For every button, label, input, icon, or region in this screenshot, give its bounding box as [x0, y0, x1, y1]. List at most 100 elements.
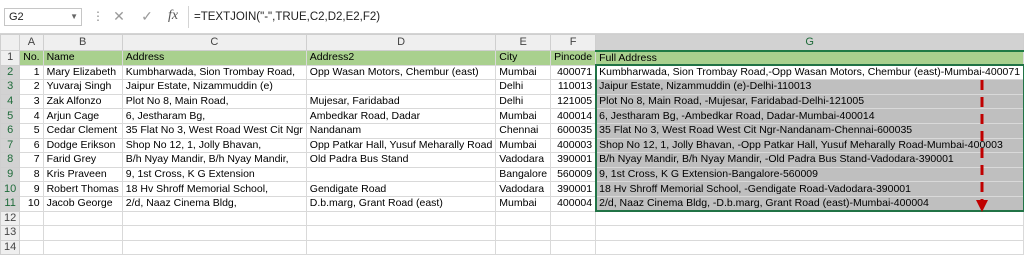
- cell-no[interactable]: 1: [19, 64, 44, 81]
- row-header[interactable]: 8: [0, 152, 21, 168]
- cell-city[interactable]: Chennai: [495, 122, 552, 139]
- cell-city[interactable]: Mumbai: [495, 195, 552, 212]
- empty-cell[interactable]: [19, 225, 44, 241]
- cell-name[interactable]: Mary Elizabeth: [42, 64, 123, 81]
- cell-no[interactable]: 9: [19, 181, 44, 197]
- column-header-a[interactable]: A: [19, 34, 44, 51]
- empty-cell[interactable]: [595, 210, 1024, 227]
- row-header[interactable]: 11: [0, 195, 21, 212]
- empty-cell[interactable]: [121, 210, 307, 227]
- empty-cell[interactable]: [42, 210, 123, 227]
- empty-cell[interactable]: [305, 210, 497, 227]
- cell-pincode[interactable]: 121005: [550, 93, 597, 110]
- column-header-e[interactable]: E: [495, 34, 552, 51]
- cell-full[interactable]: 35 Flat No 3, West Road West Cit Ngr-Nan…: [595, 122, 1024, 139]
- cell-address2[interactable]: Old Padra Bus Stand: [305, 152, 497, 168]
- cell-name[interactable]: Robert Thomas: [42, 181, 123, 197]
- cell-address2[interactable]: Opp Wasan Motors, Chembur (east): [305, 64, 497, 81]
- insert-function-icon[interactable]: fx: [164, 8, 182, 24]
- more-options-icon[interactable]: ⋮: [92, 9, 104, 23]
- cell-no[interactable]: 6: [19, 137, 44, 154]
- empty-cell[interactable]: [305, 225, 497, 241]
- cell-city[interactable]: Delhi: [495, 79, 552, 95]
- cell-pincode[interactable]: 560009: [550, 166, 597, 183]
- empty-cell[interactable]: [495, 210, 552, 227]
- cell-full[interactable]: Shop No 12, 1, Jolly Bhavan, -Opp Patkar…: [595, 137, 1024, 154]
- cell-address[interactable]: Kumbharwada, Sion Trombay Road,: [121, 64, 307, 81]
- cell-pincode[interactable]: 600035: [550, 122, 597, 139]
- row-header[interactable]: 1: [0, 50, 21, 66]
- cell-address2[interactable]: Mujesar, Faridabad: [305, 93, 497, 110]
- cell-full[interactable]: 6, Jestharam Bg, -Ambedkar Road, Dadar-M…: [595, 108, 1024, 124]
- cell-address[interactable]: 18 Hv Shroff Memorial School,: [121, 181, 307, 197]
- empty-cell[interactable]: [42, 225, 123, 241]
- cell-name[interactable]: Yuvaraj Singh: [42, 79, 123, 95]
- name-box[interactable]: G2 ▼: [4, 8, 82, 26]
- cell-pincode[interactable]: 390001: [550, 181, 597, 197]
- header-cell-pincode[interactable]: Pincode: [550, 50, 597, 66]
- cell-address2[interactable]: [305, 166, 497, 183]
- cell-city[interactable]: Mumbai: [495, 64, 552, 81]
- header-cell-city[interactable]: City: [495, 50, 552, 66]
- cell-name[interactable]: Zak Alfonzo: [42, 93, 123, 110]
- cell-no[interactable]: 5: [19, 122, 44, 139]
- cell-full[interactable]: Jaipur Estate, Nizammuddin (e)-Delhi-110…: [595, 79, 1024, 95]
- header-cell-name[interactable]: Name: [42, 50, 123, 66]
- cell-name[interactable]: Cedar Clement: [42, 122, 123, 139]
- cell-full[interactable]: 9, 1st Cross, K G Extension-Bangalore-56…: [595, 166, 1024, 183]
- cell-address[interactable]: Shop No 12, 1, Jolly Bhavan,: [121, 137, 307, 154]
- cell-full[interactable]: Plot No 8, Main Road, -Mujesar, Faridaba…: [595, 93, 1024, 110]
- cell-city[interactable]: Delhi: [495, 93, 552, 110]
- cell-address[interactable]: 9, 1st Cross, K G Extension: [121, 166, 307, 183]
- empty-cell[interactable]: [550, 210, 597, 227]
- empty-cell[interactable]: [550, 239, 597, 256]
- cell-address2[interactable]: Opp Patkar Hall, Yusuf Meharally Road: [305, 137, 497, 154]
- cell-no[interactable]: 4: [19, 108, 44, 124]
- cell-address2[interactable]: Nandanam: [305, 122, 497, 139]
- empty-cell[interactable]: [595, 225, 1024, 241]
- empty-cell[interactable]: [121, 225, 307, 241]
- column-header-b[interactable]: B: [42, 34, 123, 51]
- empty-cell[interactable]: [305, 239, 497, 256]
- column-header-f[interactable]: F: [550, 34, 597, 51]
- header-cell-address[interactable]: Address: [121, 50, 307, 66]
- row-header[interactable]: 3: [0, 79, 21, 95]
- column-header-g[interactable]: G: [595, 34, 1024, 52]
- enter-icon[interactable]: ✓: [138, 8, 156, 25]
- cell-pincode[interactable]: 390001: [550, 152, 597, 168]
- cell-full[interactable]: B/h Nyay Mandir, B/h Nyay Mandir, -Old P…: [595, 152, 1024, 168]
- cell-address[interactable]: Jaipur Estate, Nizammuddin (e): [121, 79, 307, 95]
- cell-city[interactable]: Mumbai: [495, 108, 552, 124]
- cell-address[interactable]: 35 Flat No 3, West Road West Cit Ngr: [121, 122, 307, 139]
- cell-name[interactable]: Dodge Erikson: [42, 137, 123, 154]
- empty-cell[interactable]: [595, 239, 1024, 256]
- row-header[interactable]: 2: [0, 64, 21, 81]
- cell-name[interactable]: Arjun Cage: [42, 108, 123, 124]
- cell-name[interactable]: Jacob George: [42, 195, 123, 212]
- empty-cell[interactable]: [19, 239, 44, 256]
- worksheet-grid[interactable]: ABCDEFGH1No.NameAddressAddress2CityPinco…: [0, 34, 1024, 256]
- cell-address2[interactable]: D.b.marg, Grant Road (east): [305, 195, 497, 212]
- row-header[interactable]: 13: [0, 225, 21, 241]
- cell-full[interactable]: 2/d, Naaz Cinema Bldg, -D.b.marg, Grant …: [595, 195, 1024, 212]
- cell-pincode[interactable]: 400003: [550, 137, 597, 154]
- cell-name[interactable]: Farid Grey: [42, 152, 123, 168]
- cell-city[interactable]: Vadodara: [495, 152, 552, 168]
- header-cell-no[interactable]: No.: [19, 50, 44, 66]
- row-header[interactable]: 12: [0, 210, 21, 227]
- cell-address[interactable]: B/h Nyay Mandir, B/h Nyay Mandir,: [121, 152, 307, 168]
- column-header-d[interactable]: D: [305, 34, 497, 51]
- cell-no[interactable]: 7: [19, 152, 44, 168]
- empty-cell[interactable]: [121, 239, 307, 256]
- cell-full[interactable]: 18 Hv Shroff Memorial School, -Gendigate…: [595, 181, 1024, 197]
- cell-address2[interactable]: [305, 79, 497, 95]
- cell-no[interactable]: 10: [19, 195, 44, 212]
- formula-input[interactable]: =TEXTJOIN("-",TRUE,C2,D2,E2,F2): [194, 8, 380, 26]
- header-cell-address2[interactable]: Address2: [305, 50, 497, 66]
- row-header[interactable]: 9: [0, 166, 21, 183]
- empty-cell[interactable]: [42, 239, 123, 256]
- cell-address[interactable]: 6, Jestharam Bg,: [121, 108, 307, 124]
- cell-name[interactable]: Kris Praveen: [42, 166, 123, 183]
- select-all-corner[interactable]: [0, 34, 21, 51]
- cell-no[interactable]: 2: [19, 79, 44, 95]
